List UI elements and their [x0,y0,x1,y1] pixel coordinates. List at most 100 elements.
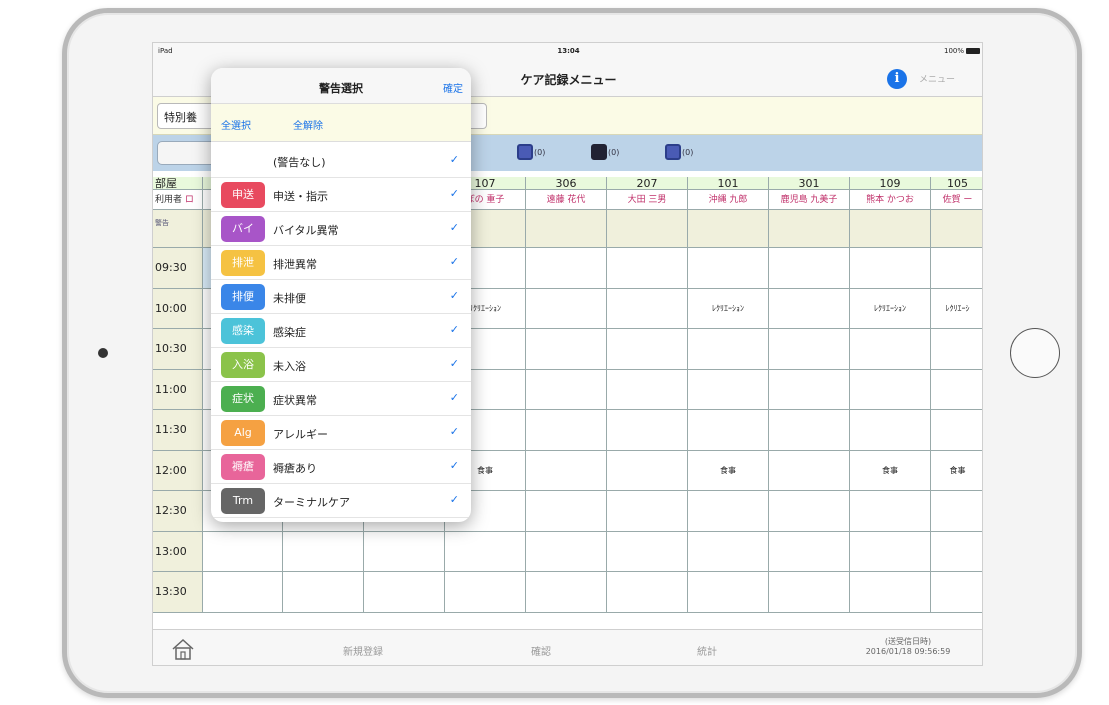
warning-option[interactable]: Trm ターミナルケア ✓ [211,484,471,518]
schedule-cell[interactable] [931,370,982,410]
user-cell[interactable]: 熊本 かつお [850,190,931,209]
schedule-cell[interactable] [769,410,850,450]
schedule-cell[interactable] [688,248,769,288]
schedule-cell[interactable] [769,248,850,288]
tab-document[interactable]: (0) [665,144,693,162]
warning-option[interactable]: 入浴 未入浴 ✓ [211,348,471,382]
schedule-cell[interactable] [607,248,688,288]
user-cell[interactable]: 沖縄 九郎 [688,190,769,209]
warning-option-label: 未排便 [273,292,306,305]
select-all-button[interactable]: 全選択 [221,117,251,132]
warning-option[interactable]: 排便 未排便 ✓ [211,280,471,314]
schedule-cell[interactable] [850,572,931,612]
schedule-cell[interactable] [850,491,931,531]
schedule-cell[interactable]: 食事 [850,450,931,490]
schedule-cell[interactable] [283,572,364,612]
schedule-cell[interactable]: 食事 [688,450,769,490]
clear-all-button[interactable]: 全解除 [293,117,323,132]
schedule-cell[interactable] [769,329,850,369]
schedule-cell[interactable] [769,491,850,531]
schedule-cell[interactable] [445,531,526,571]
schedule-cell[interactable]: ﾚｸﾘｴｰｼ [931,289,982,329]
schedule-cell[interactable] [931,532,982,572]
schedule-cell[interactable] [769,450,850,490]
check-icon: ✓ [449,459,459,472]
home-icon[interactable] [171,638,195,660]
schedule-cell[interactable] [931,572,982,612]
schedule-cell[interactable] [931,410,982,450]
warning-option[interactable]: 症状 症状異常 ✓ [211,382,471,416]
schedule-cell[interactable] [688,369,769,409]
schedule-cell[interactable] [607,329,688,369]
menu-button[interactable]: メニュー [919,72,955,85]
schedule-cell[interactable] [203,531,283,571]
schedule-cell[interactable] [931,248,982,288]
user-cell[interactable]: 大田 三男 [607,190,688,209]
confirm-button[interactable]: 確認 [531,643,551,658]
schedule-cell[interactable] [526,531,607,571]
schedule-cell[interactable] [931,329,982,369]
schedule-cell[interactable] [769,288,850,328]
warning-option[interactable]: 排泄 排泄異常 ✓ [211,246,471,280]
bottom-toolbar: 新規登録 確認 統計 (送受信日時) 2016/01/18 09:56:59 [153,629,982,665]
schedule-cell[interactable] [526,329,607,369]
schedule-cell[interactable] [688,329,769,369]
warning-badge: 排泄 [221,250,265,276]
schedule-cell[interactable] [607,531,688,571]
schedule-cell[interactable] [850,369,931,409]
user-cell[interactable]: 鹿児島 九美子 [769,190,850,209]
received-timestamp: (送受信日時) 2016/01/18 09:56:59 [865,637,951,656]
schedule-cell[interactable] [850,248,931,288]
schedule-cell[interactable] [688,572,769,612]
user-cell[interactable]: 佐賀 ー [931,190,982,209]
schedule-cell[interactable] [526,450,607,490]
schedule-cell[interactable] [688,491,769,531]
tab-hand[interactable]: (0) [591,144,619,162]
warning-option[interactable]: 申送 申送・指示 ✓ [211,178,471,212]
schedule-cell[interactable] [607,288,688,328]
user-cell[interactable]: 遠藤 花代 [526,190,607,209]
new-entry-button[interactable]: 新規登録 [343,643,383,658]
schedule-cell[interactable] [850,531,931,571]
schedule-cell[interactable] [607,369,688,409]
schedule-cell[interactable] [283,531,364,571]
schedule-cell[interactable] [526,572,607,612]
schedule-cell[interactable]: ﾚｸﾘｴｰｼｮﾝ [688,288,769,328]
schedule-cell[interactable] [850,410,931,450]
popover-confirm-button[interactable]: 確定 [443,80,463,95]
warning-option[interactable]: (警告なし) ✓ [211,144,471,178]
warning-option[interactable]: バイ バイタル異常 ✓ [211,212,471,246]
schedule-cell[interactable] [364,572,445,612]
stats-button[interactable]: 統計 [697,643,717,658]
schedule-cell[interactable] [607,450,688,490]
schedule-cell[interactable] [850,329,931,369]
schedule-cell[interactable] [607,491,688,531]
schedule-cell[interactable] [931,491,982,531]
popover-title: 警告選択 [319,82,363,95]
schedule-cell[interactable] [203,572,283,612]
warning-option[interactable]: Alg アレルギー ✓ [211,416,471,450]
info-icon[interactable]: i [887,69,907,89]
schedule-cell[interactable]: 食事 [931,451,982,491]
warning-option[interactable]: 感染 感染症 ✓ [211,314,471,348]
schedule-cell[interactable] [607,410,688,450]
schedule-cell[interactable] [688,410,769,450]
schedule-cell[interactable] [526,410,607,450]
schedule-cell[interactable] [526,288,607,328]
schedule-cell[interactable] [688,531,769,571]
warning-badge: 申送 [221,182,265,208]
schedule-cell[interactable] [526,248,607,288]
ipad-home-button[interactable] [1010,328,1060,378]
warning-option[interactable]: 褥瘡 褥瘡あり ✓ [211,450,471,484]
schedule-cell[interactable] [445,572,526,612]
schedule-cell[interactable]: ﾚｸﾘｴｰｼｮﾝ [850,288,931,328]
time-label: 10:30 [153,329,203,369]
tab-note[interactable]: (0) [517,144,545,162]
schedule-cell[interactable] [769,369,850,409]
schedule-cell[interactable] [769,531,850,571]
schedule-cell[interactable] [364,531,445,571]
schedule-cell[interactable] [607,572,688,612]
schedule-cell[interactable] [526,369,607,409]
schedule-cell[interactable] [526,491,607,531]
schedule-cell[interactable] [769,572,850,612]
